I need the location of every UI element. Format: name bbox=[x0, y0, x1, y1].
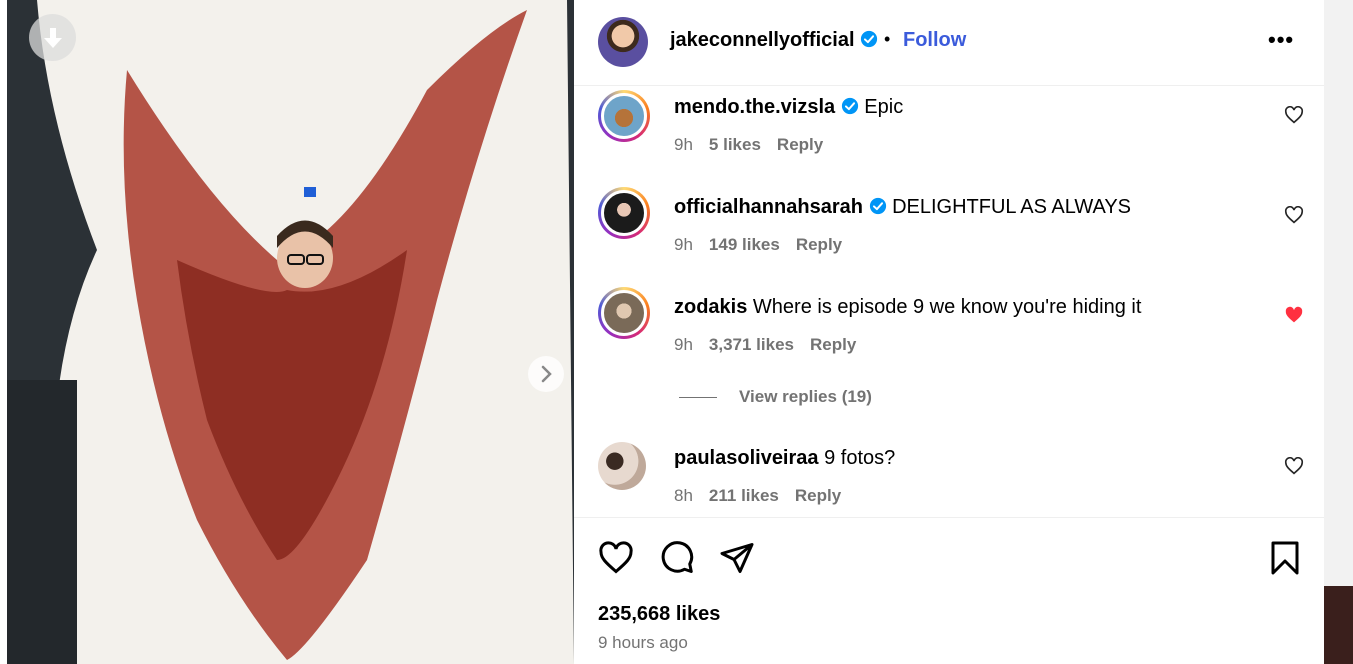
post-media[interactable] bbox=[7, 0, 574, 664]
heart-icon[interactable] bbox=[598, 540, 634, 576]
comment-likes[interactable]: 5 likes bbox=[709, 135, 761, 154]
background-edge bbox=[1324, 0, 1353, 664]
comment-likes[interactable]: 211 likes bbox=[709, 486, 779, 505]
comment-time: 8h bbox=[674, 486, 693, 505]
comment-username[interactable]: officialhannahsarah bbox=[674, 196, 863, 218]
reply-button[interactable]: Reply bbox=[795, 486, 841, 505]
download-icon bbox=[43, 27, 62, 48]
replies-divider bbox=[679, 397, 717, 399]
comment-icon[interactable] bbox=[659, 540, 695, 576]
comment-liked-heart-icon[interactable] bbox=[1284, 306, 1304, 324]
header-separator: • bbox=[884, 29, 891, 49]
commenter-avatar[interactable] bbox=[598, 287, 650, 339]
comment-username[interactable]: paulasoliveiraa bbox=[674, 447, 819, 469]
author-username[interactable]: jakeconnellyofficial bbox=[670, 29, 855, 51]
media-left-edge bbox=[0, 0, 7, 664]
background-edge-dark bbox=[1324, 586, 1353, 664]
verified-icon bbox=[860, 30, 878, 48]
post-timestamp: 9 hours ago bbox=[598, 633, 688, 652]
verified-icon bbox=[869, 197, 886, 215]
bookmark-icon[interactable] bbox=[1267, 540, 1303, 576]
send-icon[interactable] bbox=[719, 540, 755, 576]
comment-like-heart-icon[interactable] bbox=[1284, 206, 1304, 224]
post-panel: jakeconnellyofficial • Follow ••• mendo.… bbox=[574, 0, 1324, 664]
comment-username[interactable]: mendo.the.vizsla bbox=[674, 96, 835, 118]
post-actions: 235,668 likes 9 hours ago bbox=[574, 517, 1324, 664]
comment-time: 9h bbox=[674, 335, 693, 354]
comment-likes[interactable]: 3,371 likes bbox=[709, 335, 794, 354]
more-options-button[interactable]: ••• bbox=[1268, 27, 1294, 53]
commenter-avatar[interactable] bbox=[598, 90, 650, 142]
author-avatar[interactable] bbox=[598, 17, 648, 67]
reply-button[interactable]: Reply bbox=[796, 235, 842, 254]
comment-likes[interactable]: 149 likes bbox=[709, 235, 780, 254]
comments-list: mendo.the.vizsla Epic 9h 5 likes Reply off… bbox=[574, 87, 1324, 517]
comment-text: Epic bbox=[864, 96, 904, 118]
reply-button[interactable]: Reply bbox=[777, 135, 823, 154]
post-image bbox=[7, 0, 574, 664]
comment-time: 9h bbox=[674, 235, 693, 254]
comment-time: 9h bbox=[674, 135, 693, 154]
download-button[interactable] bbox=[29, 14, 76, 61]
view-replies-label: View replies (19) bbox=[739, 387, 872, 406]
comment-like-heart-icon[interactable] bbox=[1284, 106, 1304, 124]
post-header: jakeconnellyofficial • Follow ••• bbox=[574, 0, 1324, 86]
comment-like-heart-icon[interactable] bbox=[1284, 457, 1304, 475]
follow-button[interactable]: Follow bbox=[903, 29, 966, 52]
view-replies-button[interactable]: View replies (19) bbox=[679, 387, 872, 407]
comment-text: Where is episode 9 we know you're hiding… bbox=[752, 296, 1142, 318]
comment-text: 9 fotos? bbox=[824, 447, 896, 469]
verified-icon bbox=[841, 97, 858, 115]
post-likes-count[interactable]: 235,668 likes bbox=[598, 603, 720, 626]
comment-username[interactable]: zodakis bbox=[674, 296, 747, 318]
more-icon: ••• bbox=[1268, 27, 1295, 52]
chevron-right-icon bbox=[541, 365, 552, 383]
commenter-avatar[interactable] bbox=[598, 187, 650, 239]
next-image-button[interactable] bbox=[528, 356, 564, 392]
comment-text: DELIGHTFUL AS ALWAYS bbox=[892, 196, 1132, 218]
reply-button[interactable]: Reply bbox=[810, 335, 856, 354]
commenter-avatar[interactable] bbox=[598, 442, 646, 490]
